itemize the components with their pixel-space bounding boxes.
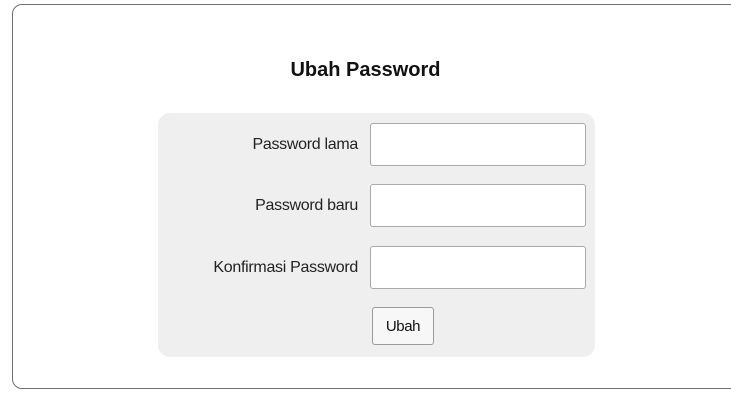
change-password-form: Password lama Password baru Konfirmasi P… <box>158 113 595 357</box>
confirm-password-field[interactable] <box>370 246 586 289</box>
old-password-row: Password lama <box>158 123 595 167</box>
new-password-row: Password baru <box>158 184 595 228</box>
old-password-label: Password lama <box>252 136 359 153</box>
new-password-label: Password baru <box>255 197 358 214</box>
confirm-password-label: Konfirmasi Password <box>213 259 358 276</box>
confirm-password-row: Konfirmasi Password <box>158 246 595 290</box>
submit-button[interactable]: Ubah <box>372 307 434 345</box>
new-password-field[interactable] <box>370 184 586 227</box>
page-title: Ubah Password <box>290 59 441 81</box>
old-password-field[interactable] <box>370 123 586 166</box>
